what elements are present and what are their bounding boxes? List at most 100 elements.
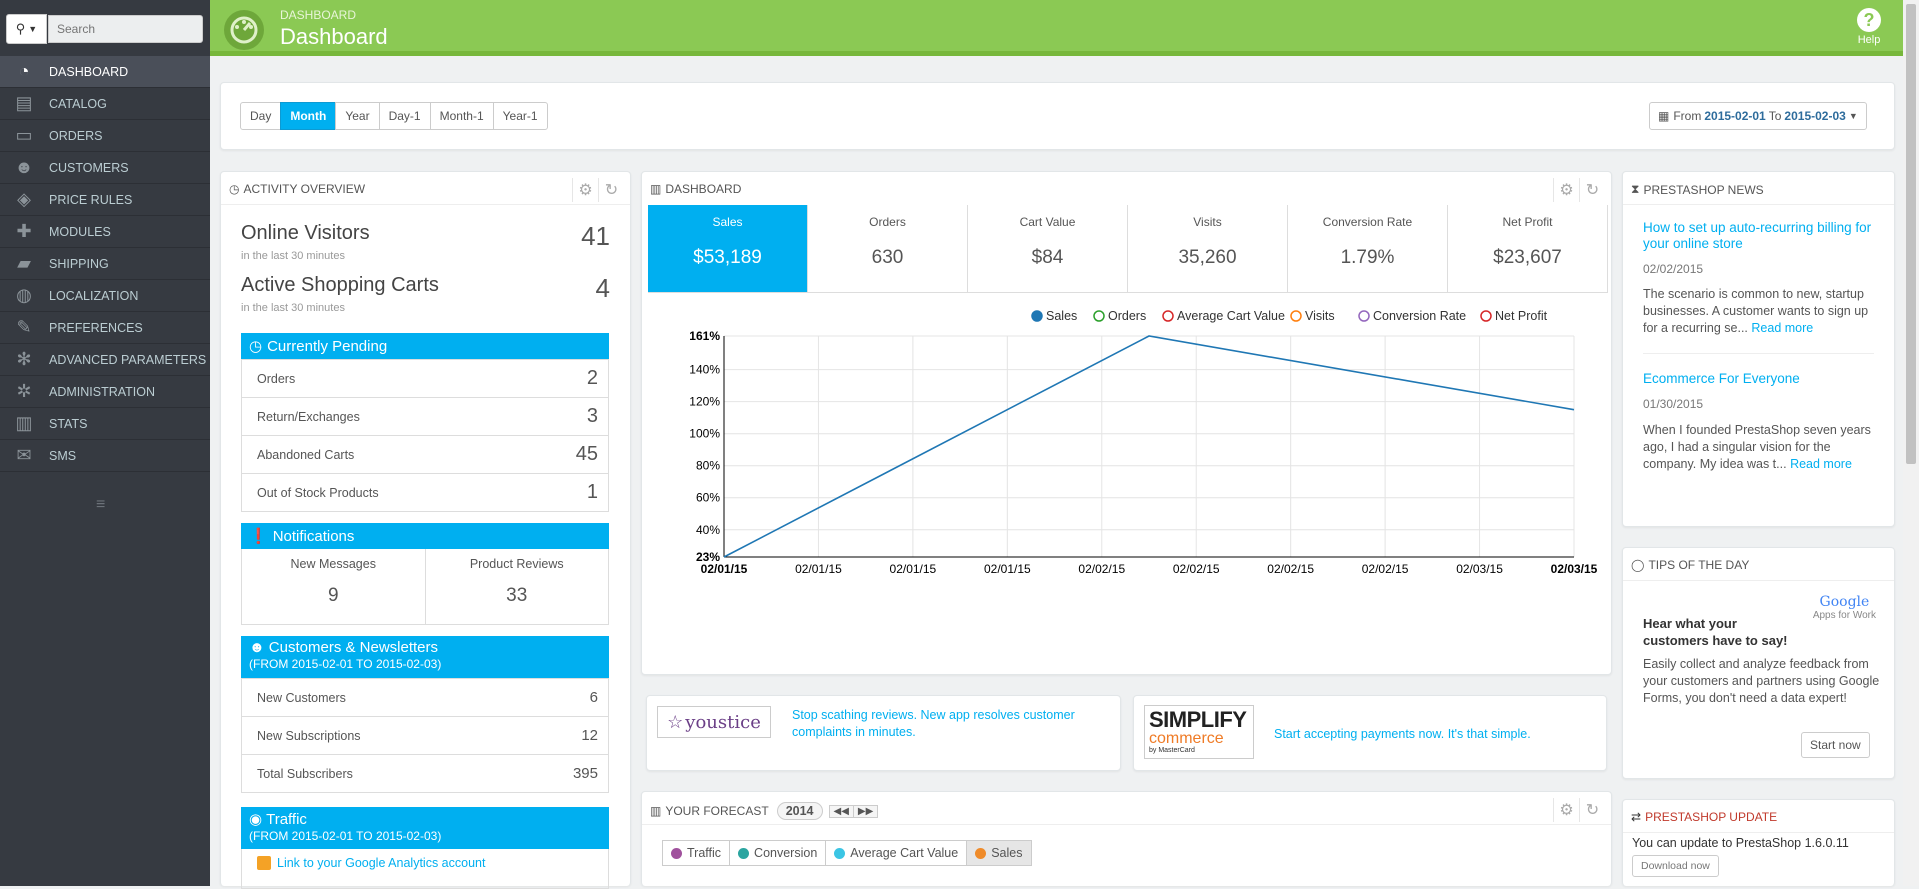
scrollbar-thumb[interactable] [1906,4,1916,464]
notifications-grid: New Messages 9 Product Reviews 33 [241,549,609,625]
sidebar-item-customers[interactable]: ☻ CUSTOMERS [0,152,210,184]
kpi-sales[interactable]: Sales $53,189 [648,205,808,292]
panel-tools: ⚙ ↻ [1553,798,1605,822]
period-month-1-button[interactable]: Month-1 [429,102,494,130]
sidebar-item-stats[interactable]: ▥ STATS [0,408,210,440]
notification-cell[interactable]: Product Reviews 33 [424,549,609,624]
refresh-icon[interactable]: ↻ [1579,178,1605,202]
simplify-text[interactable]: Start accepting payments now. It's that … [1274,726,1594,743]
google-wordmark: Google [1813,594,1876,610]
y-tick-label: 40% [696,523,720,537]
currently-pending-header[interactable]: ◷ Currently Pending [241,333,609,359]
start-now-button[interactable]: Start now [1801,732,1870,758]
refresh-icon[interactable]: ↻ [1579,798,1605,822]
forecast-year[interactable]: 2014 [776,802,823,820]
page-header: DASHBOARD Dashboard ? Help [210,0,1903,56]
kpi-visits[interactable]: Visits 35,260 [1128,205,1288,292]
legend-marker-icon [1358,310,1370,322]
kpi-net-profit[interactable]: Net Profit $23,607 [1448,205,1608,292]
customers-list: New Customers 6 New Subscriptions 12 Total S… [241,678,609,793]
list-item-label: New Subscriptions [257,728,361,743]
pending-title: Currently Pending [267,337,388,355]
x-tick-label: 02/02/15 [1267,562,1314,576]
previous-year-icon[interactable]: ◀◀ [828,804,854,818]
notifications-header[interactable]: ❗ Notifications [241,523,609,549]
sidebar-item-preferences[interactable]: ✎ PREFERENCES [0,312,210,344]
search-input[interactable] [48,15,203,43]
panel-tools: ⚙ ↻ [572,178,624,202]
collapse-menu-icon[interactable]: ≡ [96,496,105,514]
sidebar: ⚲▼ ◔ DASHBOARD ▤ CATALOG ▭ ORDERS ☻ CUSTOMERS ◈ P… [0,0,210,886]
notification-cell[interactable]: New Messages 9 [242,549,425,624]
notification-label: New Messages [290,557,376,571]
configure-gear-icon[interactable]: ⚙ [1553,798,1579,822]
list-item[interactable]: New Subscriptions 12 [242,716,608,754]
search-scope-button[interactable]: ⚲ ▼ [6,14,47,44]
customers-newsletters-header[interactable]: ☻ Customers & Newsletters (FROM 2015-02-0… [241,636,609,678]
refresh-icon[interactable]: ↻ [598,178,624,202]
kpi-cart-value[interactable]: Cart Value $84 [968,205,1128,292]
forecast-tab-traffic[interactable]: Traffic [662,840,731,866]
list-item[interactable]: Orders 2 [242,359,608,397]
period-day-button[interactable]: Day [240,102,282,130]
read-more-link[interactable]: Read more [1751,321,1813,335]
sidebar-item-catalog[interactable]: ▤ CATALOG [0,88,210,120]
period-month-button[interactable]: Month [280,102,337,130]
globe-icon: ◉ [249,811,263,828]
kpi-value: $84 [1031,247,1064,268]
read-more-link[interactable]: Read more [1790,457,1852,471]
kpi-orders[interactable]: Orders 630 [808,205,968,292]
list-item[interactable]: Total Subscribers 395 [242,754,608,792]
configure-gear-icon[interactable]: ⚙ [1553,178,1579,202]
download-now-button[interactable]: Download now [1632,855,1719,877]
pending-list: Orders 2 Return/Exchanges 3 Abandoned Carts 4… [241,359,609,512]
legend-label: Orders [1108,309,1146,323]
refresh-icon: ⇄ [1631,810,1642,824]
youstice-ad[interactable]: ☆ youstice Stop scathing reviews. New app… [646,695,1121,771]
kpi-conversion-rate[interactable]: Conversion Rate 1.79% [1288,205,1448,292]
sidebar-item-price-rules[interactable]: ◈ PRICE RULES [0,184,210,216]
list-item[interactable]: Return/Exchanges 3 [242,397,608,435]
news-item-title[interactable]: How to set up auto-recurring billing for… [1643,220,1873,252]
date-to-prefix: To [1768,109,1782,123]
sidebar-item-shipping[interactable]: ▰ SHIPPING [0,248,210,280]
google-analytics-link[interactable]: Link to your Google Analytics account [257,856,485,870]
configure-gear-icon[interactable]: ⚙ [572,178,598,202]
news-item-title[interactable]: Ecommerce For Everyone [1643,371,1873,387]
sidebar-item-orders[interactable]: ▭ ORDERS [0,120,210,152]
period-day-1-button[interactable]: Day-1 [378,102,431,130]
simplify-ad[interactable]: SIMPLIFY commerce by MasterCard Start ac… [1133,695,1607,771]
sidebar-item-administration[interactable]: ✲ ADMINISTRATION [0,376,210,408]
sidebar-item-sms[interactable]: ✉ SMS [0,440,210,472]
list-item[interactable]: Abandoned Carts 45 [242,435,608,473]
sidebar-item-modules[interactable]: ✚ MODULES [0,216,210,248]
period-year-1-button[interactable]: Year-1 [492,102,548,130]
period-year-button[interactable]: Year [335,102,380,130]
list-item[interactable]: New Customers 6 [242,678,608,716]
date-from: 2015-02-01 [1704,109,1766,123]
next-year-icon[interactable]: ▶▶ [853,804,879,818]
help-button[interactable]: ? Help [1849,8,1889,46]
vertical-scrollbar[interactable] [1903,0,1919,886]
traffic-header[interactable]: ◉ Traffic (FROM 2015-02-01 TO 2015-02-03) [241,807,609,849]
exclamation-icon: ❗ [249,528,268,545]
youstice-text[interactable]: Stop scathing reviews. New app resolves … [792,707,1092,741]
forecast-title-text: YOUR FORECAST [665,804,769,818]
date-range-picker[interactable]: ▦ From 2015-02-01 To 2015-02-03 ▼ [1649,102,1867,130]
list-item[interactable]: Out of Stock Products 1 [242,473,608,511]
calendar-icon: ▦ [1658,109,1670,123]
breadcrumb[interactable]: DASHBOARD [280,8,356,22]
help-label: Help [1857,34,1881,46]
sidebar-item-localization[interactable]: ◍ LOCALIZATION [0,280,210,312]
forecast-tab-average-cart-value[interactable]: Average Cart Value [825,840,968,866]
sidebar-item-dashboard[interactable]: ◔ DASHBOARD [0,56,210,88]
forecast-tab-conversion[interactable]: Conversion [729,840,827,866]
active-carts-value: 4 [595,273,610,303]
sidebar-item-advanced-parameters[interactable]: ✻ ADVANCED PARAMETERS [0,344,210,376]
year-nav: ◀◀ ▶▶ [828,804,879,818]
forecast-tab-label: Average Cart Value [850,846,959,860]
forecast-tab-sales[interactable]: Sales [966,840,1032,866]
sidebar-item-label: SHIPPING [49,256,109,271]
clock-icon: ◷ [249,338,263,355]
tag-icon: ◈ [17,189,31,209]
